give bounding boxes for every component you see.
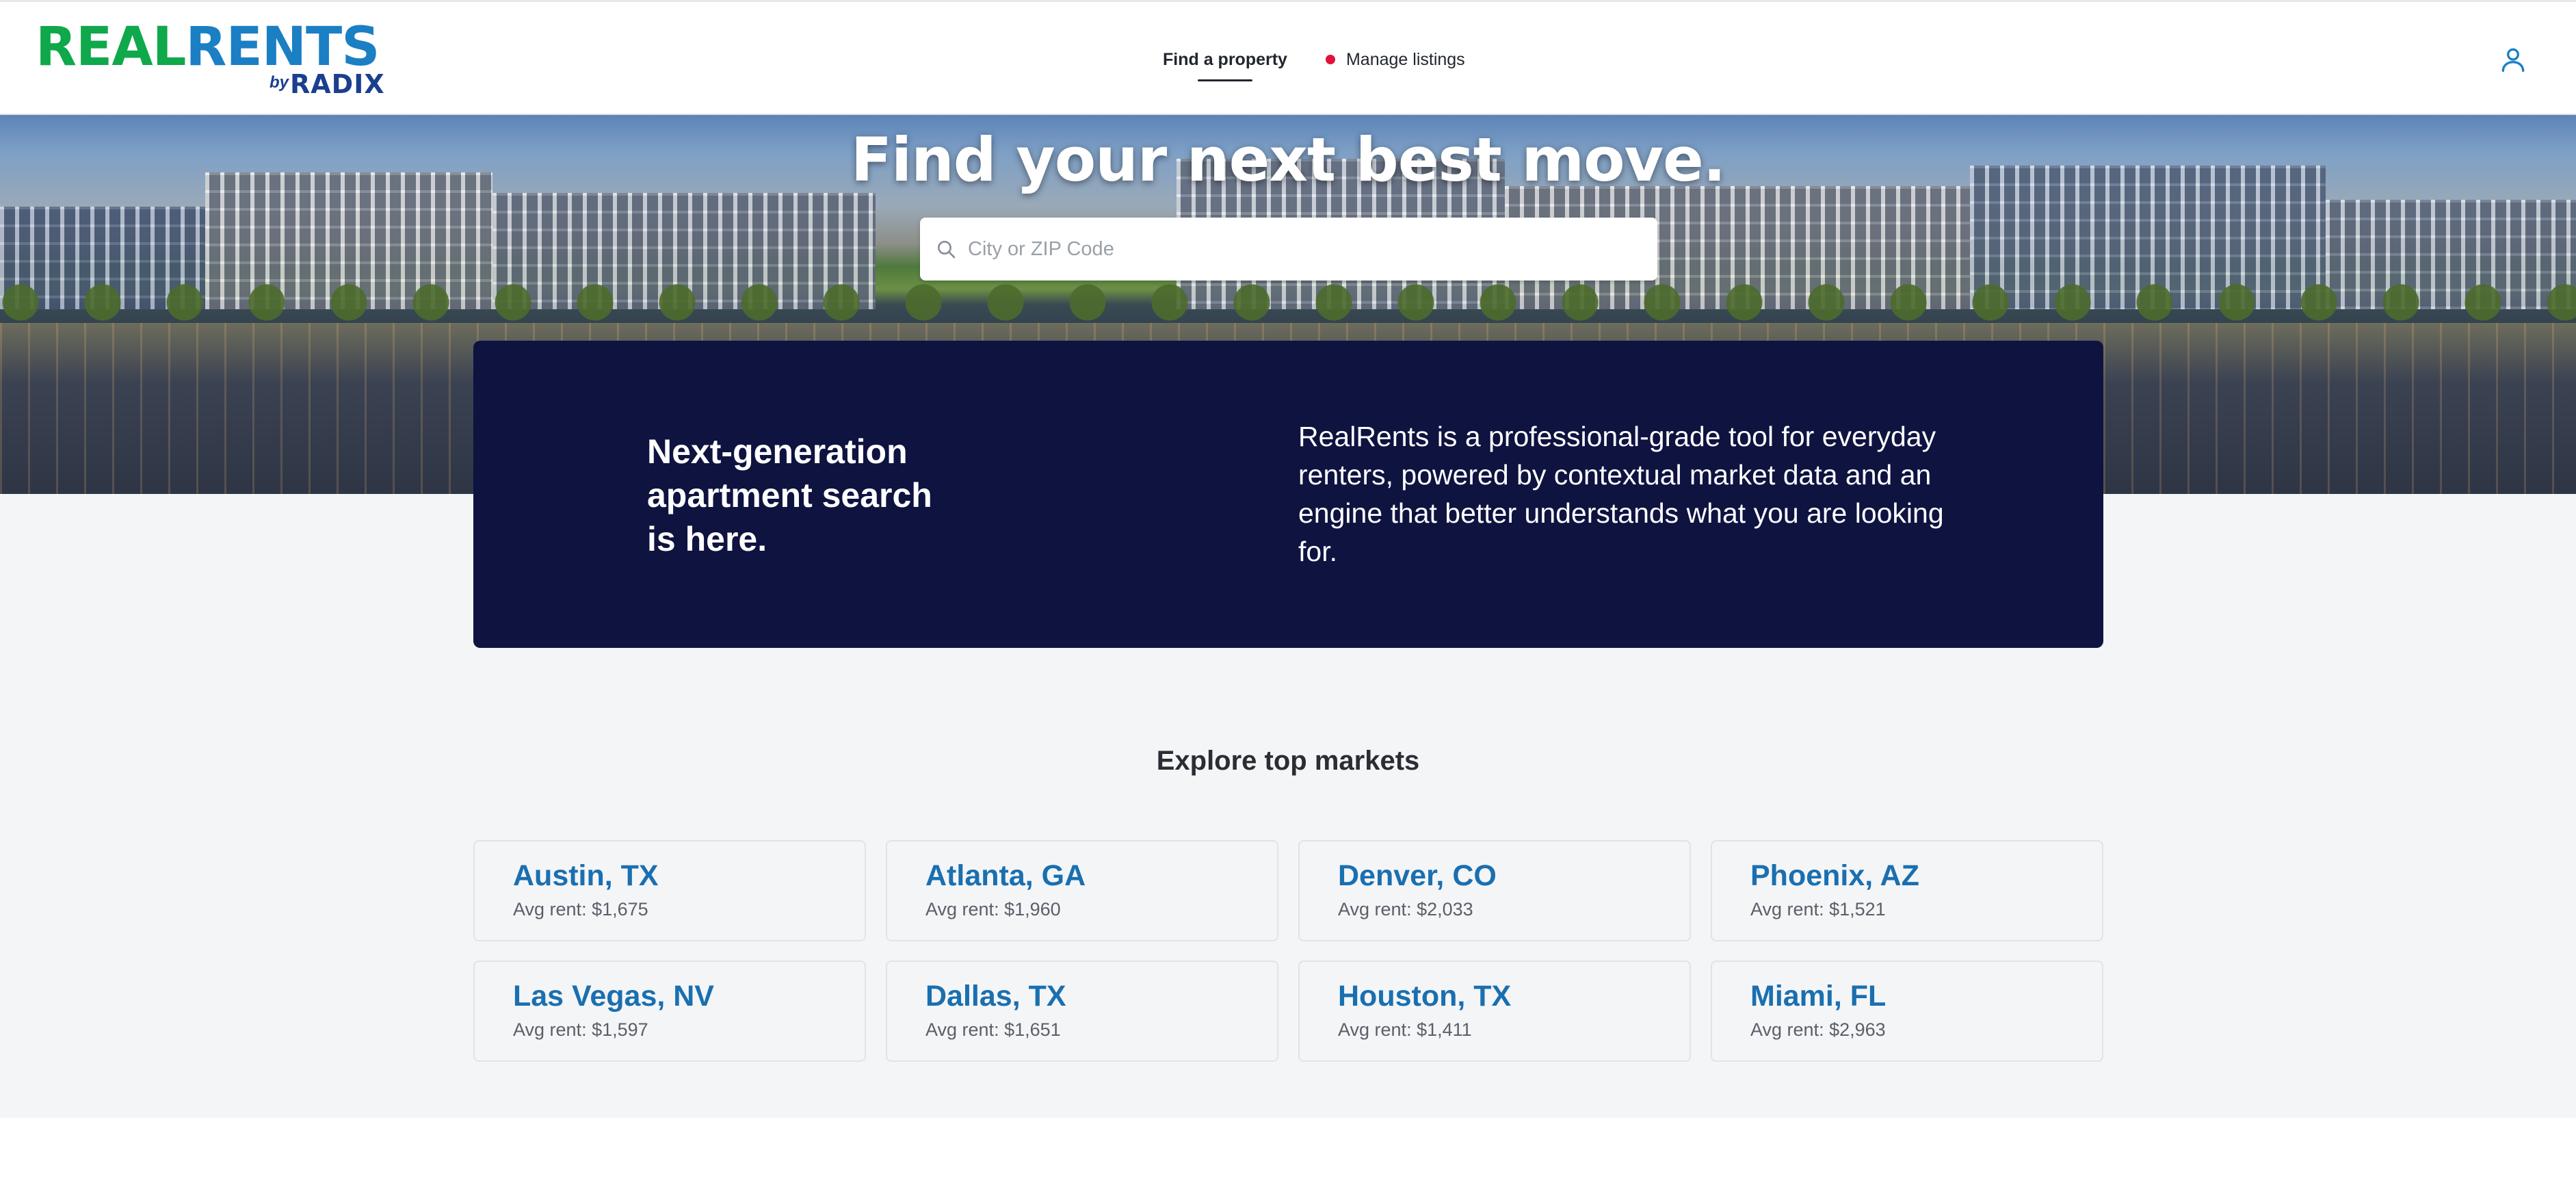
market-name[interactable]: Phoenix, AZ bbox=[1750, 858, 2102, 894]
markets-title: Explore top markets bbox=[1156, 746, 1420, 776]
logo-real: REAL bbox=[36, 16, 186, 78]
user-account-button[interactable] bbox=[2498, 44, 2528, 75]
realrents-logo[interactable]: REALRENTS by RADIX bbox=[36, 21, 384, 99]
intro-card: Next-generation apartment search is here… bbox=[473, 341, 2103, 648]
market-avg-rent: Avg rent: $1,651 bbox=[925, 1019, 1061, 1040]
hero-trees bbox=[0, 275, 2576, 323]
market-card-phoenix[interactable]: Phoenix, AZ Avg rent: $1,521 bbox=[1711, 840, 2103, 941]
market-card-las-vegas[interactable]: Las Vegas, NV Avg rent: $1,597 bbox=[473, 961, 866, 1062]
intro-description: RealRents is a professional-grade tool f… bbox=[1298, 421, 1944, 567]
logo-wordmark: REALRENTS bbox=[36, 21, 380, 74]
notification-dot bbox=[1325, 55, 1335, 64]
market-card-dallas[interactable]: Dallas, TX Avg rent: $1,651 bbox=[886, 961, 1278, 1062]
search-icon bbox=[938, 241, 956, 259]
search-input[interactable] bbox=[968, 237, 1638, 261]
nav-find-property[interactable]: Find a property bbox=[1163, 2, 1287, 117]
content-area: Next-generation apartment search is here… bbox=[0, 341, 2576, 1118]
markets-grid: Austin, TX Avg rent: $1,675 Atlanta, GA … bbox=[473, 840, 2103, 1062]
user-icon bbox=[2501, 48, 2525, 73]
logo-by: by bbox=[270, 73, 289, 92]
market-avg-rent: Avg rent: $1,960 bbox=[925, 899, 1061, 919]
market-name[interactable]: Miami, FL bbox=[1750, 978, 2102, 1014]
market-card-denver[interactable]: Denver, CO Avg rent: $2,033 bbox=[1298, 840, 1691, 941]
market-avg-rent: Avg rent: $2,033 bbox=[1338, 899, 1473, 919]
hero-title: Find your next best move. bbox=[850, 125, 1726, 195]
market-name[interactable]: Atlanta, GA bbox=[925, 858, 1277, 894]
market-avg-rent: Avg rent: $1,521 bbox=[1750, 899, 1886, 919]
market-avg-rent: Avg rent: $1,675 bbox=[513, 899, 648, 919]
search-box[interactable] bbox=[920, 218, 1657, 281]
market-name[interactable]: Las Vegas, NV bbox=[513, 978, 865, 1014]
main-nav: Find a property Manage listings bbox=[1163, 2, 1503, 117]
nav-manage-listings-label: Manage listings bbox=[1345, 49, 1465, 69]
page-footer bbox=[0, 1118, 2576, 1200]
market-name[interactable]: Denver, CO bbox=[1338, 858, 1690, 894]
market-avg-rent: Avg rent: $2,963 bbox=[1750, 1019, 1886, 1040]
market-name[interactable]: Dallas, TX bbox=[925, 978, 1277, 1014]
market-name[interactable]: Austin, TX bbox=[513, 858, 865, 894]
market-card-atlanta[interactable]: Atlanta, GA Avg rent: $1,960 bbox=[886, 840, 1278, 941]
intro-heading: Next-generation apartment search is here… bbox=[647, 432, 932, 558]
market-name[interactable]: Houston, TX bbox=[1338, 978, 1690, 1014]
market-card-miami[interactable]: Miami, FL Avg rent: $2,963 bbox=[1711, 961, 2103, 1062]
market-avg-rent: Avg rent: $1,411 bbox=[1338, 1019, 1472, 1040]
logo-radix: RADIX bbox=[290, 69, 385, 99]
nav-find-property-label: Find a property bbox=[1163, 49, 1287, 69]
market-avg-rent: Avg rent: $1,597 bbox=[513, 1019, 648, 1040]
market-card-austin[interactable]: Austin, TX Avg rent: $1,675 bbox=[473, 840, 866, 941]
top-header: REALRENTS by RADIX Find a property Manag… bbox=[0, 0, 2576, 115]
nav-manage-listings[interactable]: Manage listings bbox=[1325, 2, 1465, 117]
market-card-houston[interactable]: Houston, TX Avg rent: $1,411 bbox=[1298, 961, 1691, 1062]
